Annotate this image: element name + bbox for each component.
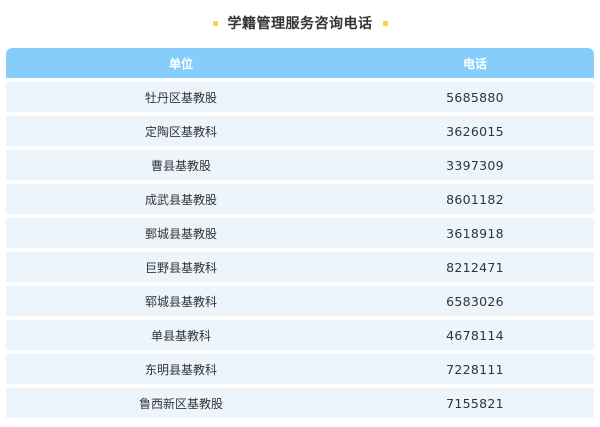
table-row: 巨野县基教科 8212471 xyxy=(6,252,594,282)
cell-unit: 东明县基教科 xyxy=(144,362,217,377)
column-header-phone: 电话 xyxy=(462,56,487,71)
table-row: 郓城县基教科 6583026 xyxy=(6,286,594,316)
contact-table: 单位 电话 牡丹区基教股 5685880 定陶区基教科 3626015 曹县基教… xyxy=(6,48,594,418)
cell-phone: 7155821 xyxy=(446,395,504,411)
table-header: 单位 电话 xyxy=(6,48,594,78)
cell-phone: 8212471 xyxy=(446,259,504,275)
table-row: 鄄城县基教股 3618918 xyxy=(6,218,594,248)
cell-unit: 郓城县基教科 xyxy=(144,294,217,309)
page-title-row: 学籍管理服务咨询电话 xyxy=(0,10,600,36)
title-left-dot-icon xyxy=(212,20,218,26)
cell-unit: 巨野县基教科 xyxy=(144,260,217,275)
cell-phone: 7228111 xyxy=(446,361,504,377)
table-row: 鲁西新区基教股 7155821 xyxy=(6,388,594,418)
cell-unit: 鄄城县基教股 xyxy=(144,226,217,241)
page-title: 学籍管理服务咨询电话 xyxy=(227,16,373,32)
table-row: 曹县基教股 3397309 xyxy=(6,150,594,180)
cell-phone: 8601182 xyxy=(446,191,504,207)
cell-phone: 5685880 xyxy=(446,89,504,105)
cell-unit: 单县基教科 xyxy=(150,328,211,343)
cell-phone: 3618918 xyxy=(446,225,504,241)
cell-phone: 6583026 xyxy=(446,293,504,309)
table-row: 东明县基教科 7228111 xyxy=(6,354,594,384)
title-right-dot-icon xyxy=(382,20,388,26)
cell-unit: 牡丹区基教股 xyxy=(144,90,217,105)
cell-unit: 定陶区基教科 xyxy=(144,124,217,139)
table-row: 牡丹区基教股 5685880 xyxy=(6,82,594,112)
table-row: 单县基教科 4678114 xyxy=(6,320,594,350)
cell-unit: 鲁西新区基教股 xyxy=(138,396,223,411)
column-header-unit: 单位 xyxy=(168,56,193,71)
cell-phone: 3626015 xyxy=(446,123,504,139)
cell-phone: 3397309 xyxy=(446,157,504,173)
cell-unit: 曹县基教股 xyxy=(150,158,211,173)
table-row: 成武县基教股 8601182 xyxy=(6,184,594,214)
table-row: 定陶区基教科 3626015 xyxy=(6,116,594,146)
cell-phone: 4678114 xyxy=(446,327,504,343)
cell-unit: 成武县基教股 xyxy=(144,192,217,207)
